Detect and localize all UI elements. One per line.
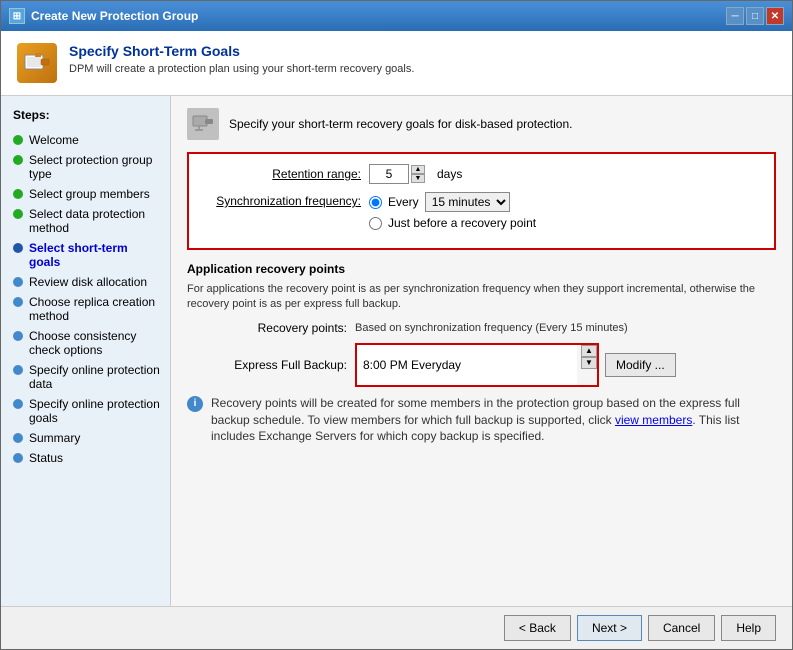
retention-spinbox-btns: ▲ ▼ (411, 165, 425, 183)
modify-button[interactable]: Modify ... (605, 353, 676, 377)
retention-decrement-button[interactable]: ▼ (411, 174, 425, 183)
retention-label: Retention range: (201, 167, 361, 181)
app-recovery-title: Application recovery points (187, 262, 776, 276)
content-header-text: Specify your short-term recovery goals f… (229, 117, 572, 131)
sidebar-label-status: Status (29, 451, 63, 465)
sync-radio-group: Every 15 minutes 30 minutes 1 hour 2 hou… (369, 192, 536, 230)
dot-group-members (13, 189, 23, 199)
express-scroll-up[interactable]: ▲ (581, 345, 597, 357)
dot-disk-allocation (13, 277, 23, 287)
sidebar-item-data-protection-method[interactable]: Select data protection method (1, 204, 170, 238)
sidebar-item-protection-group-type[interactable]: Select protection group type (1, 150, 170, 184)
express-backup-row: Express Full Backup: 8:00 PM Everyday ▲ … (187, 343, 776, 387)
dot-replica-creation (13, 297, 23, 307)
dot-protection-group-type (13, 155, 23, 165)
sync-interval-select[interactable]: 15 minutes 30 minutes 1 hour 2 hours 4 h… (425, 192, 510, 212)
minimize-button[interactable]: ─ (726, 7, 744, 25)
sidebar-label-online-protection-data: Specify online protection data (29, 363, 162, 391)
sync-before-radio[interactable] (369, 217, 382, 230)
sidebar-label-consistency-check: Choose consistency check options (29, 329, 162, 357)
sidebar-item-replica-creation[interactable]: Choose replica creation method (1, 292, 170, 326)
app-recovery-desc: For applications the recovery point is a… (187, 282, 776, 313)
retention-row: Retention range: 5 ▲ ▼ days (201, 164, 762, 184)
info-box: i Recovery points will be created for so… (187, 395, 776, 445)
sync-before-label[interactable]: Just before a recovery point (388, 216, 536, 230)
retention-increment-button[interactable]: ▲ (411, 165, 425, 174)
express-backup-box: 8:00 PM Everyday (357, 345, 577, 385)
recovery-points-value: Based on synchronization frequency (Ever… (355, 322, 628, 334)
goals-form-box: Retention range: 5 ▲ ▼ days Synchronizat… (187, 152, 776, 250)
sidebar-label-welcome: Welcome (29, 133, 79, 147)
dot-welcome (13, 135, 23, 145)
sidebar-item-group-members[interactable]: Select group members (1, 184, 170, 204)
window-title: Create New Protection Group (31, 9, 198, 23)
header-icon (17, 43, 57, 83)
retention-input[interactable]: 5 (369, 164, 409, 184)
page-description: DPM will create a protection plan using … (69, 63, 414, 75)
help-button[interactable]: Help (721, 615, 776, 641)
window-icon: ⊞ (9, 8, 25, 24)
retention-spinbox[interactable]: 5 ▲ ▼ (369, 164, 425, 184)
sync-every-label[interactable]: Every (388, 195, 419, 209)
sync-radio-every-row: Every 15 minutes 30 minutes 1 hour 2 hou… (369, 192, 536, 212)
sync-label: Synchronization frequency: (201, 192, 361, 208)
dot-online-protection-goals (13, 399, 23, 409)
footer: < Back Next > Cancel Help (1, 606, 792, 649)
express-backup-value: 8:00 PM Everyday (363, 358, 461, 372)
sidebar-item-online-protection-goals[interactable]: Specify online protection goals (1, 394, 170, 428)
retention-unit: days (437, 167, 462, 181)
sidebar-label-online-protection-goals: Specify online protection goals (29, 397, 162, 425)
dot-status (13, 453, 23, 463)
page-title: Specify Short-Term Goals (69, 43, 414, 59)
cancel-button[interactable]: Cancel (648, 615, 715, 641)
maximize-button[interactable]: □ (746, 7, 764, 25)
sidebar-label-protection-group-type: Select protection group type (29, 153, 162, 181)
dot-online-protection-data (13, 365, 23, 375)
title-bar-left: ⊞ Create New Protection Group (9, 8, 198, 24)
recovery-points-row: Recovery points: Based on synchronizatio… (187, 321, 776, 335)
view-members-link[interactable]: view members (615, 413, 692, 427)
info-icon: i (187, 396, 203, 412)
sidebar-label-disk-allocation: Review disk allocation (29, 275, 147, 289)
express-backup-label: Express Full Backup: (187, 358, 347, 372)
sidebar-label-replica-creation: Choose replica creation method (29, 295, 162, 323)
title-controls[interactable]: ─ □ ✕ (726, 7, 784, 25)
sidebar-item-welcome[interactable]: Welcome (1, 130, 170, 150)
sidebar-label-group-members: Select group members (29, 187, 150, 201)
sidebar-label-short-term-goals: Select short-term goals (29, 241, 162, 269)
dot-summary (13, 433, 23, 443)
header-text: Specify Short-Term Goals DPM will create… (69, 43, 414, 75)
content-header-icon (187, 108, 219, 140)
sync-row: Synchronization frequency: Every 15 minu… (201, 192, 762, 230)
dot-data-protection-method (13, 209, 23, 219)
sync-radio-before-row: Just before a recovery point (369, 216, 536, 230)
sidebar-item-disk-allocation[interactable]: Review disk allocation (1, 272, 170, 292)
express-scroll-btns: ▲ ▼ (581, 345, 597, 385)
page-header: Specify Short-Term Goals DPM will create… (1, 31, 792, 96)
next-button[interactable]: Next > (577, 615, 642, 641)
content-area: Specify your short-term recovery goals f… (171, 96, 792, 606)
recovery-points-label: Recovery points: (187, 321, 347, 335)
info-text: Recovery points will be created for some… (211, 395, 776, 445)
sidebar-label-summary: Summary (29, 431, 80, 445)
sidebar-item-consistency-check[interactable]: Choose consistency check options (1, 326, 170, 360)
sidebar-item-online-protection-data[interactable]: Specify online protection data (1, 360, 170, 394)
sidebar-item-summary[interactable]: Summary (1, 428, 170, 448)
main-body: Steps: Welcome Select protection group t… (1, 96, 792, 606)
content-header: Specify your short-term recovery goals f… (187, 108, 776, 140)
sidebar-title: Steps: (1, 104, 170, 130)
back-button[interactable]: < Back (504, 615, 571, 641)
dot-consistency-check (13, 331, 23, 341)
title-bar: ⊞ Create New Protection Group ─ □ ✕ (1, 1, 792, 31)
sync-every-radio[interactable] (369, 196, 382, 209)
sidebar-item-short-term-goals[interactable]: Select short-term goals (1, 238, 170, 272)
main-window: ⊞ Create New Protection Group ─ □ ✕ Spec… (0, 0, 793, 650)
dot-short-term-goals (13, 243, 23, 253)
sidebar-item-status[interactable]: Status (1, 448, 170, 468)
close-button[interactable]: ✕ (766, 7, 784, 25)
sidebar: Steps: Welcome Select protection group t… (1, 96, 171, 606)
sidebar-label-data-protection-method: Select data protection method (29, 207, 162, 235)
express-scroll-down[interactable]: ▼ (581, 357, 597, 369)
